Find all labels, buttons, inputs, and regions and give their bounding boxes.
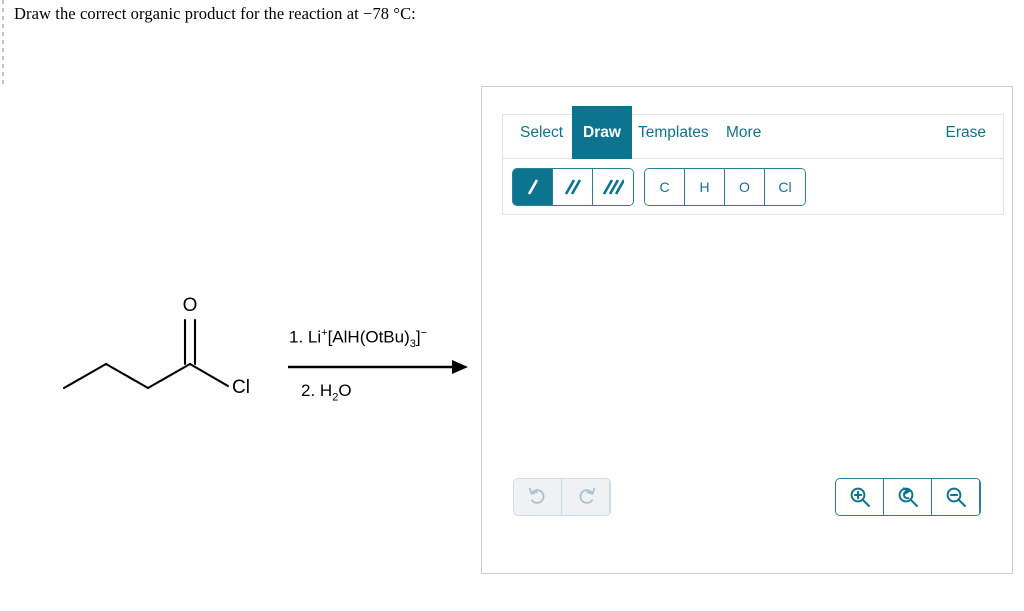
double-bond-button[interactable]: [553, 169, 593, 205]
editor-toolbar-card: Select Draw Templates More Erase C H O C…: [502, 106, 1004, 215]
single-bond-icon: [527, 179, 538, 195]
element-tool-group: C H O Cl: [644, 168, 806, 206]
bond-c3-c4: [146, 362, 192, 390]
element-oxygen-button[interactable]: O: [725, 169, 765, 205]
reagent-1-prefix: 1. Li: [289, 327, 322, 347]
tab-templates[interactable]: Templates: [627, 106, 720, 159]
zoom-out-button[interactable]: [932, 479, 980, 515]
editor-tab-bar: Select Draw Templates More Erase: [503, 106, 1003, 159]
tab-select[interactable]: Select: [509, 106, 574, 159]
single-bond-button[interactable]: [513, 169, 553, 205]
history-control-group: [513, 478, 611, 516]
redo-button[interactable]: [562, 479, 610, 515]
zoom-reset-icon: [898, 487, 918, 507]
double-bond-icon: [564, 179, 581, 195]
drawing-canvas[interactable]: [502, 227, 1004, 467]
reagent-line-2: 2. H2O: [301, 381, 352, 403]
zoom-in-button[interactable]: [836, 479, 884, 515]
erase-button[interactable]: Erase: [935, 106, 998, 159]
zoom-control-group: [835, 478, 981, 516]
reagent-1-minus: −: [420, 327, 428, 339]
undo-button[interactable]: [514, 479, 562, 515]
redo-icon: [579, 487, 595, 504]
triple-bond-button[interactable]: [593, 169, 633, 205]
undo-icon: [528, 487, 544, 504]
element-hydrogen-button[interactable]: H: [685, 169, 725, 205]
page-title: Draw the correct organic product for the…: [14, 4, 416, 23]
element-carbon-button[interactable]: C: [645, 169, 685, 205]
reaction-scheme: O Cl 1. Li+[AlH(OtBu)3]− 2. H2O: [40, 280, 480, 420]
atom-label-oxygen: O: [183, 295, 198, 316]
reagent-2-prefix: 2. H: [301, 381, 333, 400]
tab-draw[interactable]: Draw: [572, 106, 632, 159]
bond-tool-group: [512, 168, 634, 206]
bond-c1-c2: [62, 362, 108, 390]
zoom-in-icon: [850, 487, 870, 507]
left-margin-rule: [2, 0, 4, 86]
reagent-2-suffix: O: [338, 381, 352, 400]
reagent-1-body: [AlH(OtBu): [327, 327, 410, 347]
element-chlorine-button[interactable]: Cl: [765, 169, 805, 205]
bond-c4-cl: [188, 362, 230, 388]
bond-c2-c3: [104, 362, 150, 390]
triple-bond-icon: [602, 179, 624, 195]
editor-tools-row: C H O Cl: [503, 159, 1003, 215]
reagent-line-1: 1. Li+[AlH(OtBu)3]−: [289, 327, 427, 350]
reaction-arrow-icon: [288, 360, 468, 374]
zoom-reset-button[interactable]: [884, 479, 932, 515]
tab-more[interactable]: More: [715, 106, 772, 159]
zoom-out-icon: [946, 487, 966, 507]
molecule-editor-panel: Select Draw Templates More Erase C H O C…: [481, 86, 1013, 574]
atom-label-chlorine: Cl: [232, 377, 250, 398]
